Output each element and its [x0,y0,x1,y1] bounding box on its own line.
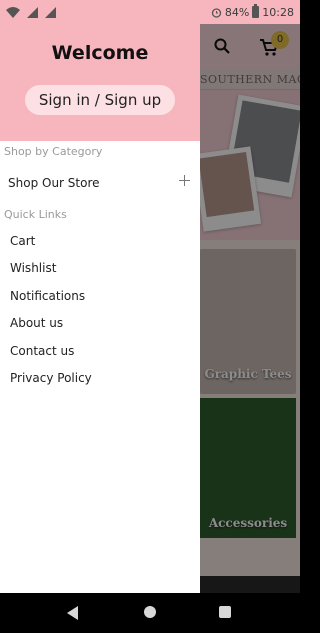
alarm-icon [211,7,221,18]
shop-our-store-row[interactable]: Shop Our Store [0,172,200,194]
battery-icon [252,4,260,18]
quick-link-cart[interactable]: Cart [10,234,35,248]
status-bar: 84% 10:28 [0,0,300,24]
signal-icon-2 [45,6,56,18]
system-nav-bar [0,593,300,633]
drawer-header: Welcome Sign in / Sign up [0,24,200,141]
quick-link-contact-us[interactable]: Contact us [10,344,74,358]
clock: 10:28 [262,5,294,19]
navigation-drawer: Welcome Sign in / Sign up Shop by Catego… [0,24,200,593]
sign-in-button[interactable]: Sign in / Sign up [25,85,175,115]
signal-icon [27,6,38,18]
quick-link-privacy-policy[interactable]: Privacy Policy [10,371,92,385]
quick-link-notifications[interactable]: Notifications [10,289,85,303]
quick-link-wishlist[interactable]: Wishlist [10,261,56,275]
section-title-quick-links: Quick Links [4,208,67,221]
section-title-shop-by-category: Shop by Category [4,145,103,158]
battery-percent: 84% [224,5,250,19]
back-icon[interactable] [67,606,78,620]
quick-link-about-us[interactable]: About us [10,316,63,330]
shop-our-store-label: Shop Our Store [8,176,100,190]
home-icon[interactable] [144,606,156,618]
expand-plus-icon[interactable] [179,175,191,187]
wifi-icon [6,6,20,18]
status-icons-right: 84% 10:28 [211,4,294,19]
recent-apps-icon[interactable] [219,606,231,618]
welcome-title: Welcome [51,42,149,64]
status-icons-left [6,6,56,18]
